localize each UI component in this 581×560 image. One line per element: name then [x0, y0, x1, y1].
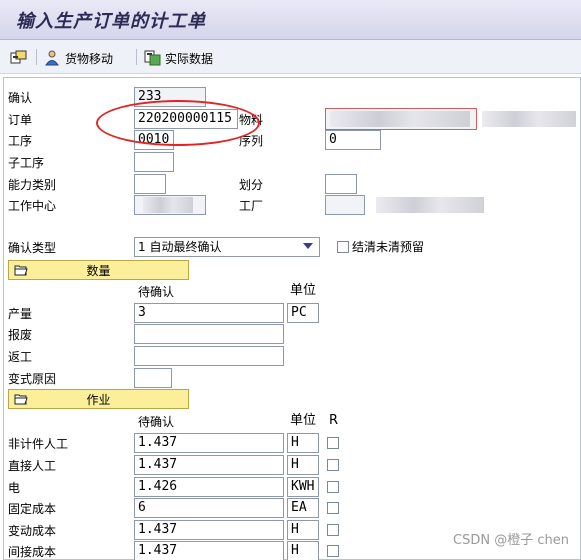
- quantity-section-title: 数量: [86, 263, 111, 278]
- capacity-category-field[interactable]: [134, 174, 166, 194]
- split-field[interactable]: [325, 174, 357, 194]
- capacity-category-label: 能力类别: [8, 178, 57, 192]
- activity-unit-field[interactable]: KWH: [287, 477, 319, 497]
- work-center-field[interactable]: [134, 195, 206, 215]
- actual-data-label: 实际数据: [165, 51, 214, 66]
- activity-value-field[interactable]: 1.437: [134, 455, 284, 475]
- sub-operation-label: 子工序: [8, 156, 45, 170]
- clear-reservation-checkbox[interactable]: [337, 241, 349, 253]
- actual-data-icon: [144, 50, 161, 66]
- goods-movement-label: 货物移动: [65, 51, 114, 66]
- page-title: 输入生产订单的计工单: [16, 11, 206, 32]
- actual-data-button[interactable]: 实际数据: [144, 48, 213, 68]
- redacted-plant-description: [376, 197, 484, 213]
- split-label: 划分: [239, 178, 264, 192]
- scrap-label: 报废: [8, 328, 33, 342]
- activity-unit-header: 单位: [290, 413, 317, 428]
- toolbar-separator: [36, 49, 37, 65]
- activity-unit-field[interactable]: H: [287, 520, 319, 540]
- quantity-unit-header: 单位: [290, 283, 317, 298]
- activity-r-checkbox[interactable]: [327, 481, 339, 493]
- toolbar-separator: [136, 49, 137, 65]
- overview-icon: [10, 50, 27, 64]
- activity-unit-field[interactable]: H: [287, 455, 319, 475]
- activity-unit-field[interactable]: H: [287, 541, 319, 560]
- activity-r-checkbox[interactable]: [327, 524, 339, 536]
- activity-row-label: 直接人工: [8, 459, 57, 473]
- operation-label: 工序: [8, 134, 33, 148]
- redacted-material: [330, 111, 470, 127]
- activity-section-title: 作业: [86, 392, 111, 407]
- confirmation-type-value: 1 自动最终确认: [138, 240, 222, 254]
- work-center-label: 工作中心: [8, 199, 57, 213]
- activity-unit-field[interactable]: EA: [287, 498, 319, 518]
- rework-label: 返工: [8, 350, 33, 364]
- yield-label: 产量: [8, 307, 33, 321]
- yield-unit-field[interactable]: PC: [287, 303, 319, 323]
- activity-r-checkbox[interactable]: [327, 459, 339, 471]
- activity-section-header[interactable]: 作业: [8, 389, 189, 409]
- sub-operation-field[interactable]: [134, 152, 174, 172]
- activity-value-field[interactable]: 6: [134, 498, 284, 518]
- activity-value-field[interactable]: 1.437: [134, 520, 284, 540]
- clear-reservation-label: 结清未清预留: [352, 240, 425, 254]
- goods-movement-button[interactable]: 货物移动: [44, 48, 113, 68]
- activity-row-label: 非计件人工: [8, 437, 69, 451]
- watermark: CSDN @橙子 chen: [453, 533, 569, 548]
- scrap-field[interactable]: [134, 324, 284, 344]
- material-field[interactable]: [325, 108, 477, 130]
- activity-row-label: 电: [8, 481, 21, 495]
- activity-value-field[interactable]: 1.437: [134, 433, 284, 453]
- toolbar: 货物移动 实际数据: [0, 40, 581, 74]
- overview-button[interactable]: [10, 48, 28, 68]
- person-icon: [45, 50, 59, 66]
- activity-row-label: 间接成本: [8, 545, 57, 559]
- confirmation-type-label: 确认类型: [8, 241, 57, 255]
- activity-r-header: R: [329, 413, 339, 428]
- main-panel: 确认 233 订单 220200000115 物料 工序 0010 序列 0 子…: [3, 77, 581, 560]
- rework-field[interactable]: [134, 346, 284, 366]
- activity-r-checkbox[interactable]: [327, 545, 339, 557]
- redacted-material-description: [482, 111, 576, 127]
- activity-value-field[interactable]: 1.437: [134, 541, 284, 560]
- activity-unit-field[interactable]: H: [287, 433, 319, 453]
- redacted-work-center: [143, 197, 193, 213]
- title-bar: 输入生产订单的计工单: [0, 0, 581, 40]
- variance-reason-field[interactable]: [134, 368, 172, 388]
- quantity-section-header[interactable]: 数量: [8, 260, 189, 280]
- plant-label: 工厂: [239, 199, 264, 213]
- yield-field[interactable]: 3: [134, 303, 284, 323]
- variance-reason-label: 变式原因: [8, 372, 57, 386]
- plant-field[interactable]: [325, 195, 365, 215]
- activity-to-confirm-header: 待确认: [138, 415, 175, 429]
- activity-r-checkbox[interactable]: [327, 502, 339, 514]
- dropdown-arrow-icon: [303, 243, 313, 249]
- activity-r-checkbox[interactable]: [327, 437, 339, 449]
- activity-row-label: 固定成本: [8, 502, 57, 516]
- quantity-to-confirm-header: 待确认: [138, 285, 175, 299]
- activity-value-field[interactable]: 1.426: [134, 477, 284, 497]
- annotation-ellipse: [96, 100, 260, 146]
- confirmation-type-select[interactable]: 1 自动最终确认: [134, 237, 320, 257]
- activity-row-label: 变动成本: [8, 524, 57, 538]
- confirm-label: 确认: [8, 91, 33, 105]
- sequence-field[interactable]: 0: [325, 130, 381, 150]
- order-label: 订单: [8, 113, 33, 127]
